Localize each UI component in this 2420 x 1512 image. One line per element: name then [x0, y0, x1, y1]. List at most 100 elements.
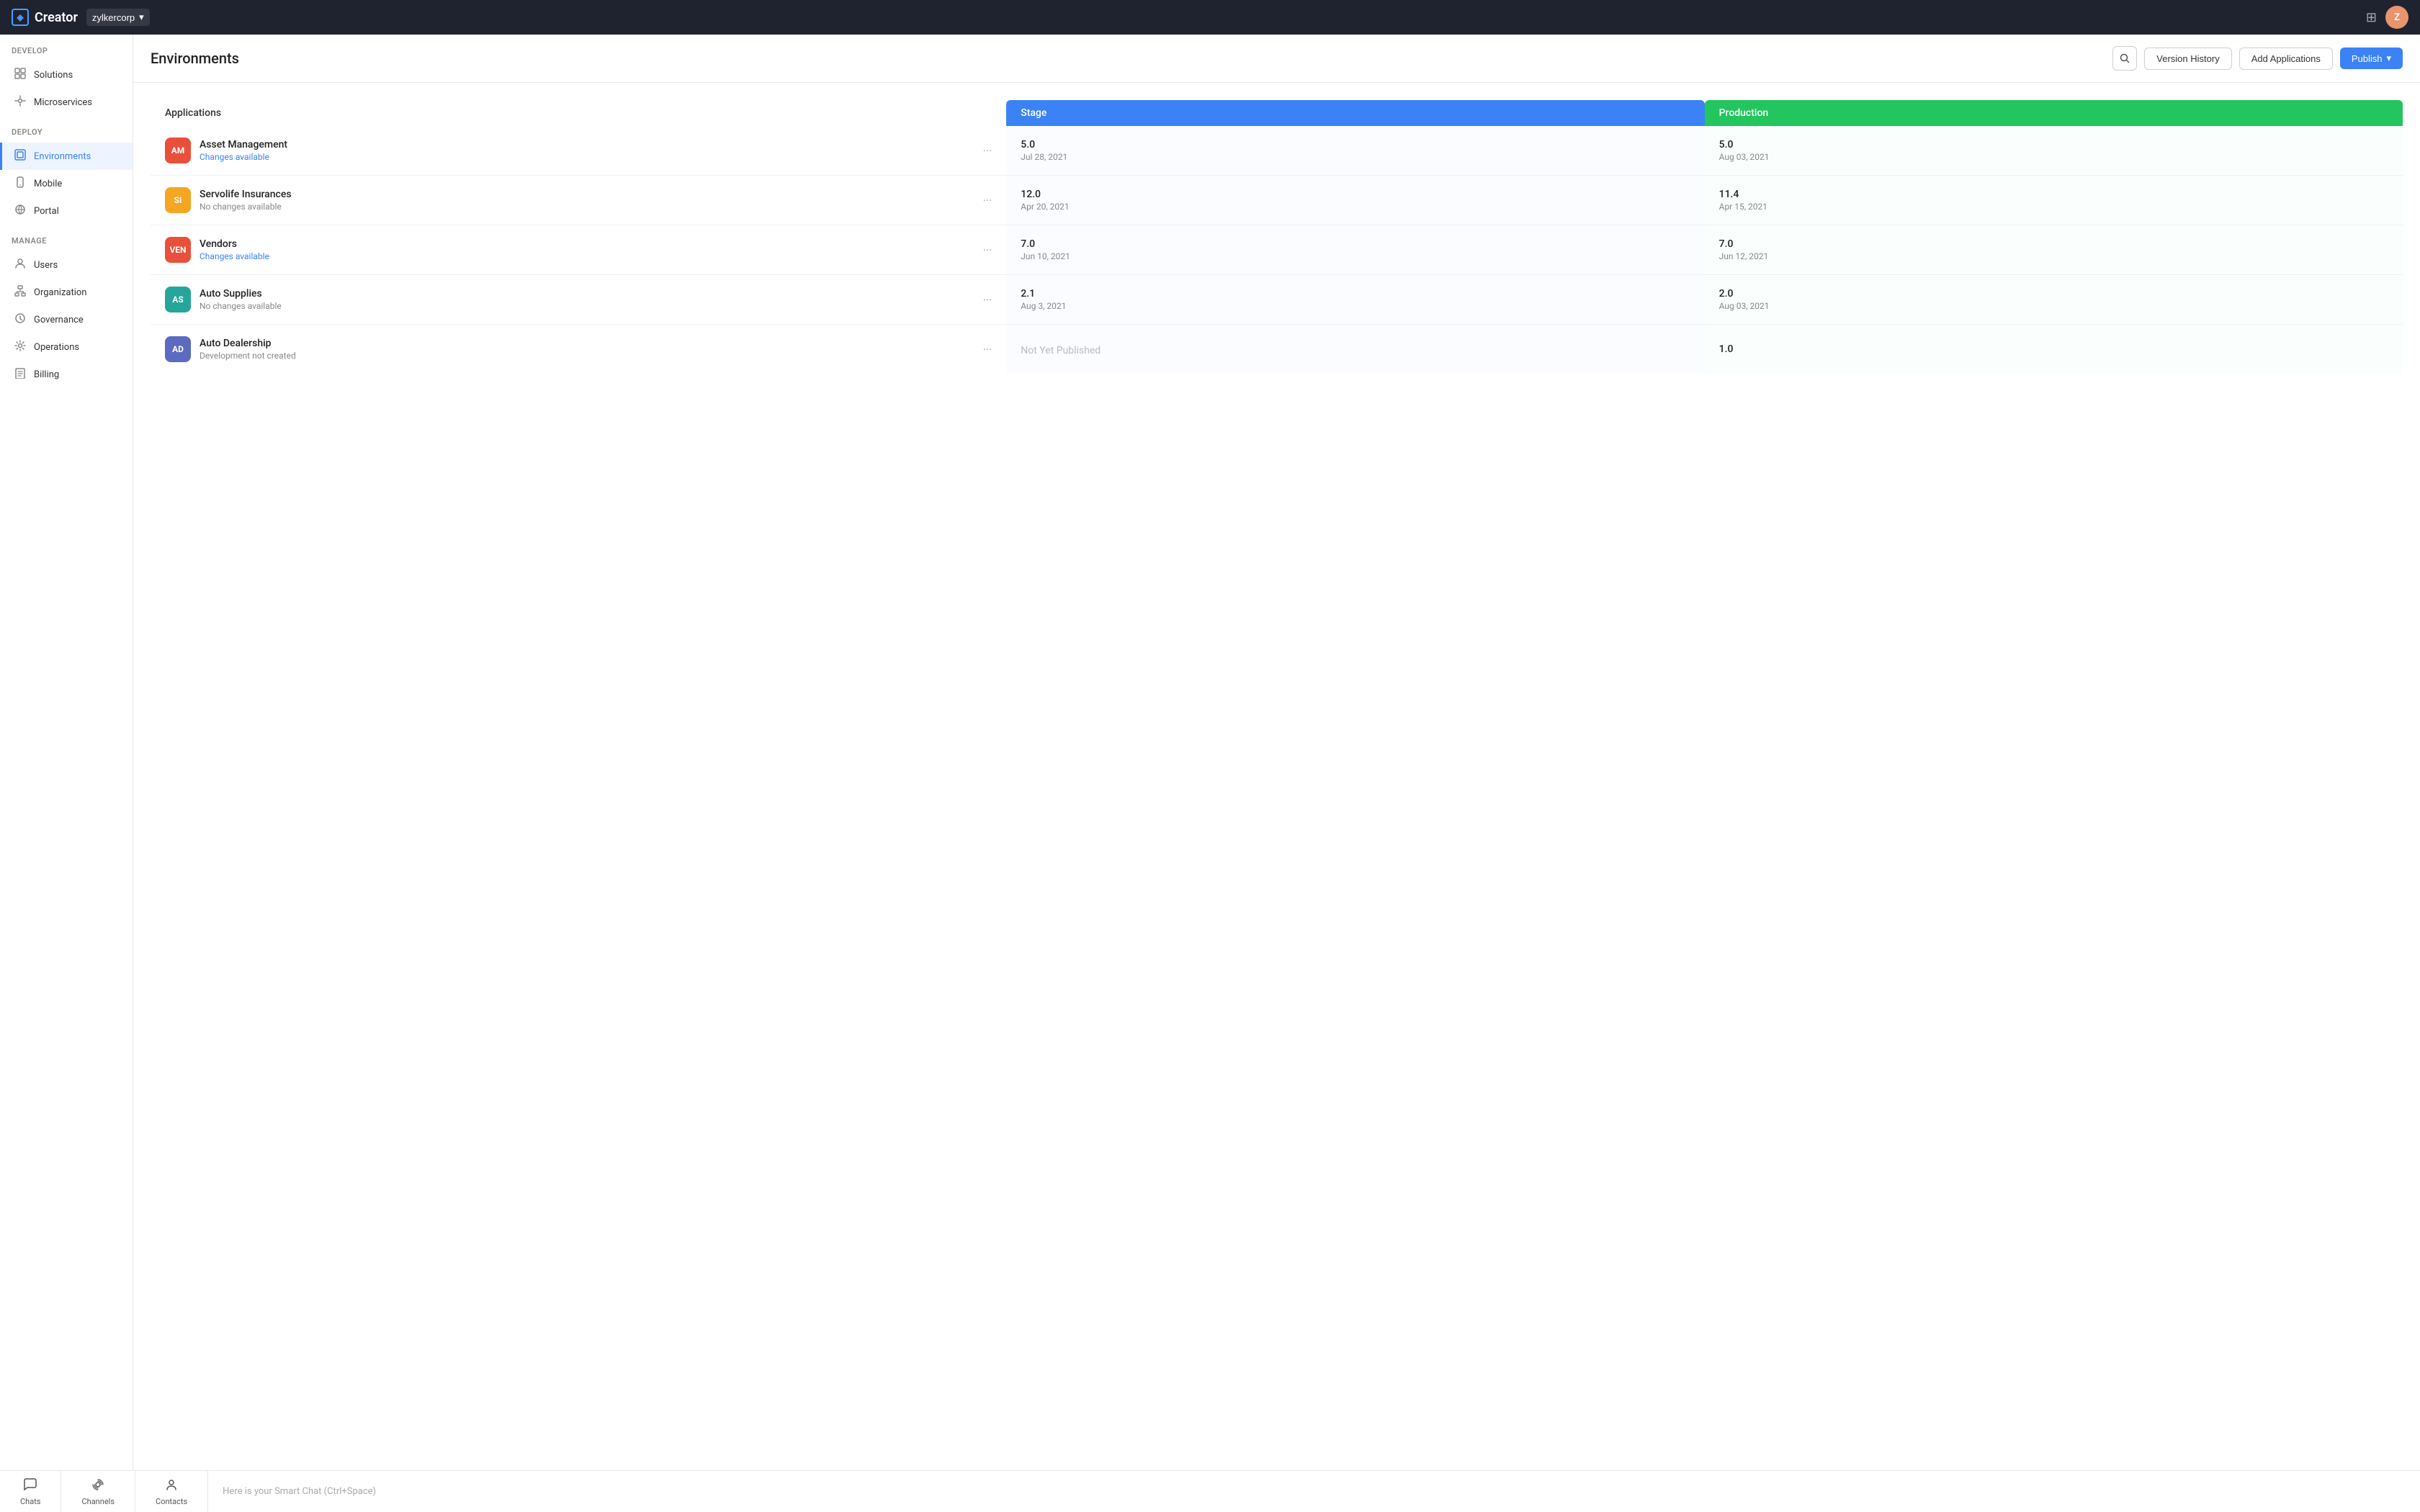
prod-version: 1.0: [1719, 343, 2388, 355]
app-icon: SI: [165, 187, 191, 213]
stage-version-date: Jul 28, 2021: [1021, 152, 1690, 162]
stage-version-number: 5.0: [1021, 139, 1690, 150]
app-icon: AD: [165, 336, 191, 362]
org-name: zylkercorp: [92, 12, 135, 23]
sidebar-label-users: Users: [34, 260, 58, 271]
sidebar-section-deploy: DEPLOY: [0, 116, 133, 143]
sidebar-section-develop: DEVELOP: [0, 35, 133, 61]
col-header-stage: Stage: [1006, 100, 1704, 126]
sidebar-item-users[interactable]: Users: [0, 251, 133, 279]
app-status: Changes available: [200, 152, 287, 162]
page-title: Environments: [151, 50, 239, 67]
stage-version-date: Aug 3, 2021: [1021, 301, 1690, 311]
app-menu-button[interactable]: ···: [983, 343, 992, 356]
app-menu-button[interactable]: ···: [983, 293, 992, 307]
sidebar-item-solutions[interactable]: Solutions: [0, 61, 133, 89]
app-menu-button[interactable]: ···: [983, 243, 992, 257]
table-row: SI Servolife Insurances No changes avail…: [151, 176, 2403, 225]
stage-version-number: 2.1: [1021, 288, 1690, 300]
search-button[interactable]: [2112, 46, 2137, 71]
app-name: Servolife Insurances: [200, 189, 292, 200]
sidebar-item-mobile[interactable]: Mobile: [0, 170, 133, 197]
sidebar-item-portal[interactable]: Portal: [0, 197, 133, 225]
channels-label: Channels: [81, 1497, 115, 1506]
prod-version-number: 5.0: [1719, 139, 2388, 150]
grid-icon[interactable]: ⊞: [2366, 10, 2377, 25]
organization-icon: [14, 285, 27, 300]
governance-icon: [14, 312, 27, 327]
sidebar-label-billing: Billing: [34, 369, 59, 380]
operations-icon: [14, 340, 27, 354]
add-applications-button[interactable]: Add Applications: [2239, 48, 2333, 70]
avatar[interactable]: Z: [2385, 6, 2408, 29]
org-selector[interactable]: zylkercorp ▾: [86, 9, 150, 26]
stage-version: 2.1 Aug 3, 2021: [1021, 288, 1690, 311]
prod-version: 11.4 Apr 15, 2021: [1719, 189, 2388, 212]
solutions-icon: [14, 68, 27, 82]
sidebar-item-billing[interactable]: Billing: [0, 361, 133, 388]
prod-version: 5.0 Aug 03, 2021: [1719, 139, 2388, 162]
prod-version-number: 1.0: [1719, 343, 2388, 355]
table-row: AS Auto Supplies No changes available ··…: [151, 275, 2403, 325]
contacts-label: Contacts: [156, 1497, 187, 1506]
app-icon: AM: [165, 138, 191, 163]
chats-label: Chats: [20, 1497, 40, 1506]
users-icon: [14, 258, 27, 272]
sidebar-label-environments: Environments: [34, 151, 91, 162]
app-info: Auto Dealership Development not created: [200, 338, 296, 361]
app-info: Servolife Insurances No changes availabl…: [200, 189, 292, 212]
app-menu-button[interactable]: ···: [983, 194, 992, 207]
version-history-button[interactable]: Version History: [2144, 48, 2231, 70]
app-cell: SI Servolife Insurances No changes avail…: [165, 187, 992, 213]
prod-version-number: 11.4: [1719, 189, 2388, 200]
smart-chat-placeholder[interactable]: Here is your Smart Chat (Ctrl+Space): [208, 1486, 2420, 1497]
app-menu-button[interactable]: ···: [983, 144, 992, 158]
sidebar-section-manage: MANAGE: [0, 225, 133, 251]
app-status: Changes available: [200, 251, 269, 261]
table-row: AD Auto Dealership Development not creat…: [151, 325, 2403, 374]
bottom-tab-contacts[interactable]: Contacts: [135, 1471, 208, 1512]
not-published-label: Not Yet Published: [1021, 345, 1101, 356]
prod-version-number: 7.0: [1719, 238, 2388, 250]
sidebar-label-operations: Operations: [34, 342, 79, 353]
col-header-production: Production: [1705, 100, 2403, 126]
stage-version-date: Jun 10, 2021: [1021, 251, 1690, 261]
app-name: Asset Management: [200, 139, 287, 150]
app-info: Asset Management Changes available: [200, 139, 287, 162]
sidebar: DEVELOP Solutions Microservices DEPLOY E…: [0, 35, 133, 1470]
app-status: No changes available: [200, 301, 282, 311]
bottom-bar: Chats Channels Contacts Here is your Sma…: [0, 1470, 2420, 1512]
app-body: DEVELOP Solutions Microservices DEPLOY E…: [0, 35, 2420, 1470]
sidebar-item-environments[interactable]: Environments: [0, 143, 133, 170]
sidebar-label-solutions: Solutions: [34, 70, 73, 81]
microservices-icon: [14, 95, 27, 109]
prod-version-date: Aug 03, 2021: [1719, 152, 2388, 162]
bottom-tab-chats[interactable]: Chats: [0, 1471, 61, 1512]
environments-icon: [14, 149, 27, 163]
sidebar-item-organization[interactable]: Organization: [0, 279, 133, 306]
app-info: Auto Supplies No changes available: [200, 288, 282, 311]
prod-version: 7.0 Jun 12, 2021: [1719, 238, 2388, 261]
bottom-tab-channels[interactable]: Channels: [61, 1471, 135, 1512]
prod-version-number: 2.0: [1719, 288, 2388, 300]
col-header-applications: Applications: [151, 100, 1006, 126]
portal-icon: [14, 204, 27, 218]
prod-version-date: Jun 12, 2021: [1719, 251, 2388, 261]
prod-version: 2.0 Aug 03, 2021: [1719, 288, 2388, 311]
app-cell: AS Auto Supplies No changes available ··…: [165, 287, 992, 312]
app-cell: AM Asset Management Changes available ··…: [165, 138, 992, 163]
logo-icon: ◈: [12, 9, 29, 26]
app-cell: AD Auto Dealership Development not creat…: [165, 336, 992, 362]
sidebar-item-operations[interactable]: Operations: [0, 333, 133, 361]
sidebar-item-governance[interactable]: Governance: [0, 306, 133, 333]
main-content: Environments Version History Add Applica…: [133, 35, 2420, 1470]
publish-chevron-icon: ▾: [2386, 53, 2391, 64]
sidebar-item-microservices[interactable]: Microservices: [0, 89, 133, 116]
app-icon: VEN: [165, 237, 191, 263]
environments-container: Applications Stage Production AM Asset M…: [133, 83, 2420, 1470]
table-row: AM Asset Management Changes available ··…: [151, 126, 2403, 176]
publish-button[interactable]: Publish ▾: [2340, 48, 2403, 69]
app-logo: ◈ Creator: [12, 9, 78, 26]
app-name: Vendors: [200, 238, 269, 250]
stage-version-date: Apr 20, 2021: [1021, 202, 1690, 212]
